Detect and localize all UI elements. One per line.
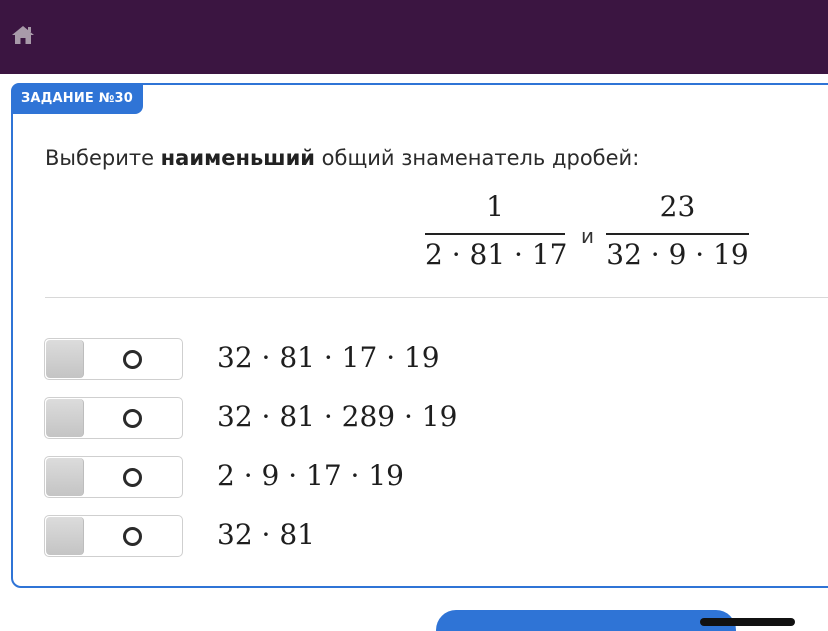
fraction-2: 23 32 · 9 · 19	[606, 190, 749, 280]
option-label: 32 · 81 · 17 · 19	[217, 341, 440, 374]
question-suffix: общий знаменатель дробей:	[315, 146, 640, 170]
question-text: Выберите наименьший общий знаменатель др…	[45, 146, 639, 170]
radio-circle-icon	[123, 527, 142, 546]
radio-circle-icon	[123, 468, 142, 487]
conjunction-text: и	[581, 224, 594, 248]
answer-option[interactable]: 32 · 81 · 17 · 19	[44, 338, 444, 380]
question-emphasis: наименьший	[160, 146, 315, 170]
toggle-knob[interactable]	[46, 458, 84, 496]
option-label: 32 · 81	[217, 518, 315, 551]
answer-option[interactable]: 32 · 81 · 289 · 19	[44, 397, 457, 439]
radio-circle-icon	[123, 409, 142, 428]
toggle-knob[interactable]	[46, 340, 84, 378]
fraction-1: 1 2 · 81 · 17	[425, 190, 568, 280]
top-bar	[0, 0, 828, 74]
fraction-1-numerator: 1	[486, 190, 504, 223]
answer-option[interactable]: 32 · 81	[44, 515, 444, 557]
fraction-1-bar	[425, 233, 565, 235]
answer-option[interactable]: 2 · 9 · 17 · 19	[44, 456, 444, 498]
task-number-badge: ЗАДАНИЕ №30	[11, 83, 144, 114]
fraction-2-numerator: 23	[659, 190, 696, 223]
toggle-knob[interactable]	[46, 399, 84, 437]
fraction-2-bar	[606, 233, 749, 235]
option-toggle[interactable]	[44, 397, 183, 439]
fraction-2-denominator: 32 · 9 · 19	[606, 238, 749, 271]
option-label: 2 · 9 · 17 · 19	[217, 459, 404, 492]
submit-button[interactable]	[436, 610, 736, 631]
toggle-knob[interactable]	[46, 517, 84, 555]
divider	[45, 297, 828, 298]
option-toggle[interactable]	[44, 456, 183, 498]
home-icon[interactable]	[10, 24, 36, 46]
option-toggle[interactable]	[44, 338, 183, 380]
option-label: 32 · 81 · 289 · 19	[217, 400, 458, 433]
fraction-1-denominator: 2 · 81 · 17	[425, 238, 568, 271]
question-prefix: Выберите	[45, 146, 161, 170]
home-indicator	[700, 618, 795, 626]
option-toggle[interactable]	[44, 515, 183, 557]
radio-circle-icon	[123, 350, 142, 369]
